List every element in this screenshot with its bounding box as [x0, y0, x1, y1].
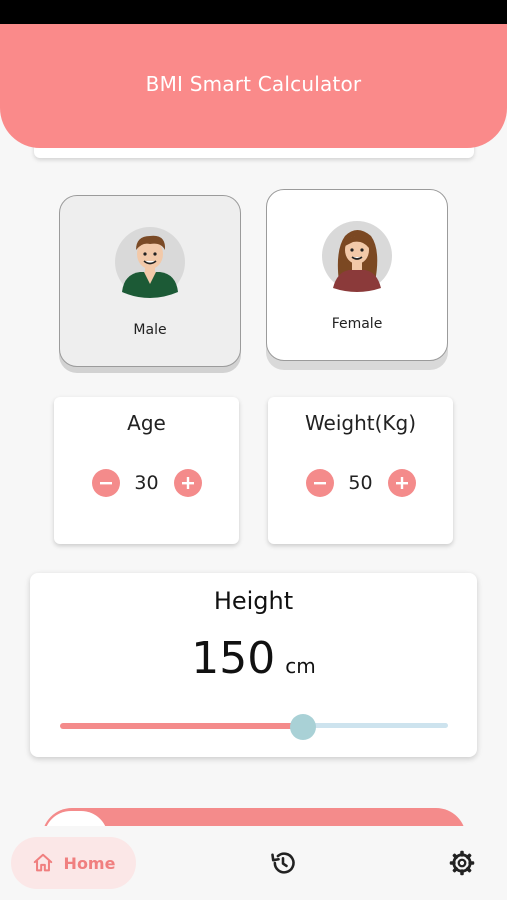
age-decrement-button[interactable] — [91, 469, 120, 497]
female-avatar-icon — [322, 221, 392, 292]
height-title: Height — [213, 587, 294, 615]
nav-home-label: Home — [63, 853, 116, 873]
app-header: BMI Smart Calculator — [0, 24, 507, 148]
weight-increment-button[interactable] — [387, 469, 416, 497]
height-value: 150 — [191, 633, 276, 684]
age-stepper: 30 — [91, 469, 202, 497]
height-slider-thumb[interactable] — [290, 714, 316, 740]
plus-icon — [395, 477, 408, 489]
age-increment-button[interactable] — [173, 469, 202, 497]
height-readout: 150 cm — [30, 633, 477, 684]
weight-title: Weight(Kg) — [304, 411, 417, 435]
weight-decrement-button[interactable] — [305, 469, 334, 497]
bottom-nav: Home — [0, 826, 507, 900]
gender-label-male: Male — [133, 322, 167, 338]
height-slider-track[interactable] — [302, 723, 448, 728]
weight-card: Weight(Kg) 50 — [268, 397, 453, 544]
minus-icon — [313, 482, 326, 485]
home-icon — [33, 853, 52, 872]
app-title: BMI Smart Calculator — [145, 72, 362, 96]
weight-stepper: 50 — [305, 469, 416, 497]
gender-card-female[interactable]: Female — [266, 189, 448, 361]
weight-value: 50 — [348, 472, 373, 494]
height-unit: cm — [285, 654, 316, 678]
gender-label-female: Female — [331, 316, 383, 332]
age-title: Age — [127, 411, 166, 435]
age-value: 30 — [134, 472, 159, 494]
age-card: Age 30 — [54, 397, 239, 544]
status-bar — [0, 0, 507, 24]
gear-icon[interactable] — [448, 849, 476, 877]
plus-icon — [181, 477, 194, 489]
nav-home-button[interactable]: Home — [11, 837, 136, 889]
history-icon[interactable] — [269, 849, 297, 877]
height-card: Height 150 cm — [30, 573, 477, 757]
gender-card-male[interactable]: Male — [59, 195, 241, 367]
male-avatar-icon — [115, 227, 185, 298]
app-screen: BMI Smart Calculator Male Female Age 30 … — [0, 0, 507, 900]
height-slider-active-track[interactable] — [60, 723, 302, 729]
minus-icon — [99, 482, 112, 485]
